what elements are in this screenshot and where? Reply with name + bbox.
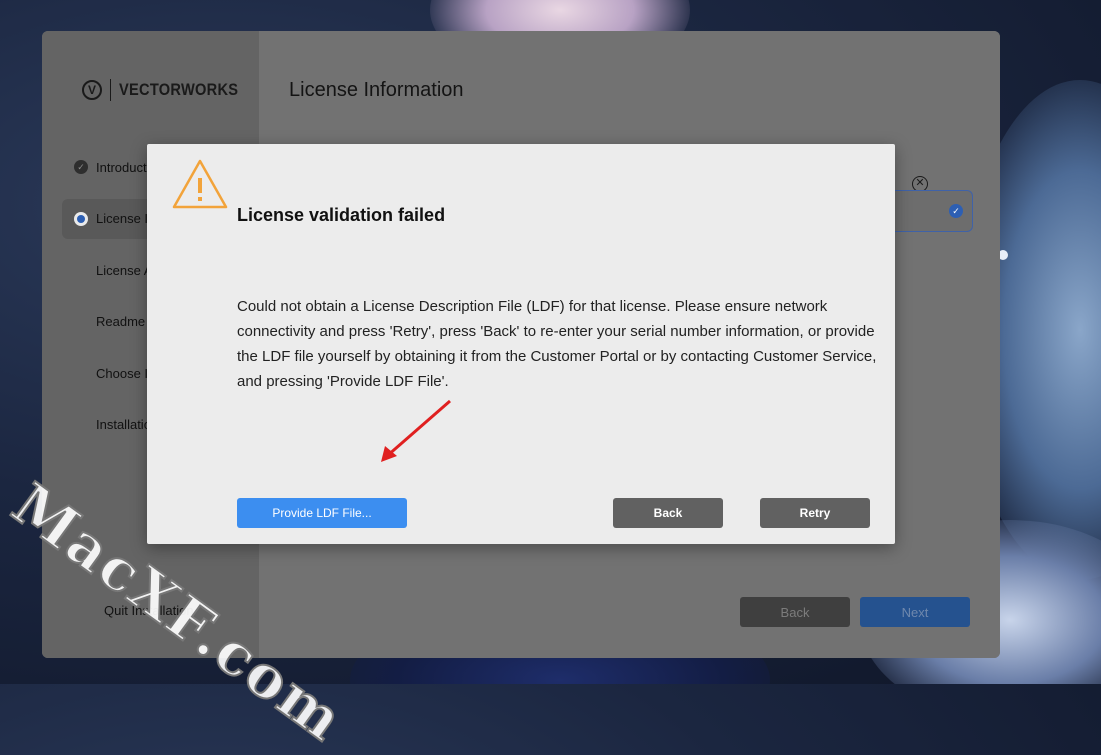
vectorworks-logo: V VECTORWORKS [82,79,258,101]
valid-check-icon: ✓ [949,204,963,218]
dialog-title: License validation failed [237,205,446,225]
provide-ldf-file-button[interactable]: Provide LDF File... [237,498,407,528]
back-button[interactable]: Back [740,597,850,627]
dialog-message: Could not obtain a License Description F… [237,298,877,390]
step-label: Choose I [96,365,149,381]
retry-button[interactable]: Retry [760,498,870,528]
logo-text: VECTORWORKS [119,80,239,99]
step-label: Readme [96,314,146,329]
page-title: License Information [289,79,464,101]
check-icon: ✓ [74,160,88,174]
step-label: Installatio [96,417,151,432]
license-error-dialog: License validation failed Could not obta… [147,144,895,544]
warning-icon [172,159,228,209]
annotation-arrow-icon [381,399,451,462]
step-label: License A [96,262,153,278]
step-label: Introduct [96,159,147,175]
step-label: License I [96,211,149,226]
vectorworks-logo-icon: V [82,80,102,100]
dialog-back-button[interactable]: Back [613,498,723,528]
current-step-icon [74,211,88,226]
next-button[interactable]: Next [860,597,970,627]
